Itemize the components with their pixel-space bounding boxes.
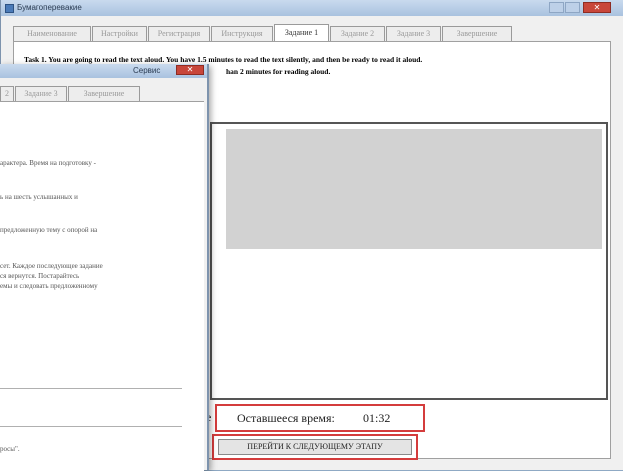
instruction-line: росы". — [0, 445, 20, 453]
maximize-button[interactable] — [565, 2, 580, 13]
background-window-title: Сервис — [133, 66, 161, 75]
background-tab-task-3[interactable]: Задание 3 — [15, 86, 67, 101]
instruction-line: емы и следовать предложенному — [0, 282, 98, 290]
app-icon — [5, 4, 14, 13]
tab-naming[interactable]: Наименование — [13, 26, 91, 41]
tab-registration[interactable]: Регистрация — [148, 26, 210, 41]
tab-task-3[interactable]: Задание 3 — [386, 26, 441, 41]
timer-box: Оставшееся время: 01:32 — [215, 404, 425, 432]
instruction-line: сет. Каждое последующее задание — [0, 262, 103, 270]
background-window[interactable]: Сервис ✕ 2 Задание 3 Завершение арактера… — [0, 64, 209, 471]
background-close-button[interactable]: ✕ — [176, 65, 204, 75]
tab-settings[interactable]: Настройки — [92, 26, 147, 41]
tab-task-2[interactable]: Задание 2 — [330, 26, 385, 41]
timer-label: Оставшееся время: — [237, 411, 335, 425]
main-titlebar: Бумагоперевакие ✕ — [1, 0, 623, 16]
divider — [0, 388, 182, 389]
tab-task-1[interactable]: Задание 1 — [274, 24, 329, 41]
instruction-line: предложенную тему с опорой на — [0, 226, 98, 234]
tab-finish[interactable]: Завершение — [442, 26, 512, 41]
main-tab-strip: Наименование Настройки Регистрация Инстр… — [13, 24, 513, 41]
close-button[interactable]: ✕ — [583, 2, 611, 13]
task-instruction-continued: han 2 minutes for reading aloud. — [226, 67, 331, 76]
next-stage-button[interactable]: ПЕРЕЙТИ К СЛЕДУЮЩЕМУ ЭТАПУ — [218, 439, 412, 455]
divider — [0, 426, 182, 427]
reading-text-frame — [210, 122, 608, 400]
timer-value: 01:32 — [363, 411, 391, 425]
task-instruction: Task 1. You are going to read the text a… — [24, 55, 423, 64]
instruction-line: ь на шесть услышанных и — [0, 193, 78, 201]
background-tab-finish[interactable]: Завершение — [68, 86, 140, 101]
background-content-panel: арактера. Время на подготовку - ь на шес… — [0, 101, 204, 471]
minimize-button[interactable] — [549, 2, 564, 13]
next-stage-button-frame: ПЕРЕЙТИ К СЛЕДУЮЩЕМУ ЭТАПУ — [212, 434, 418, 460]
instruction-line: ся вернутся. Постарайтесь — [0, 272, 80, 280]
background-titlebar: Сервис ✕ — [0, 64, 207, 78]
window-title: Бумагоперевакие — [17, 3, 82, 12]
background-tab-strip: 2 Задание 3 Завершение — [0, 86, 141, 101]
background-tab-partial[interactable]: 2 — [0, 86, 14, 101]
tab-instructions[interactable]: Инструкция — [211, 26, 273, 41]
reading-text-area — [226, 129, 602, 249]
instruction-line: арактера. Время на подготовку - — [0, 159, 96, 167]
